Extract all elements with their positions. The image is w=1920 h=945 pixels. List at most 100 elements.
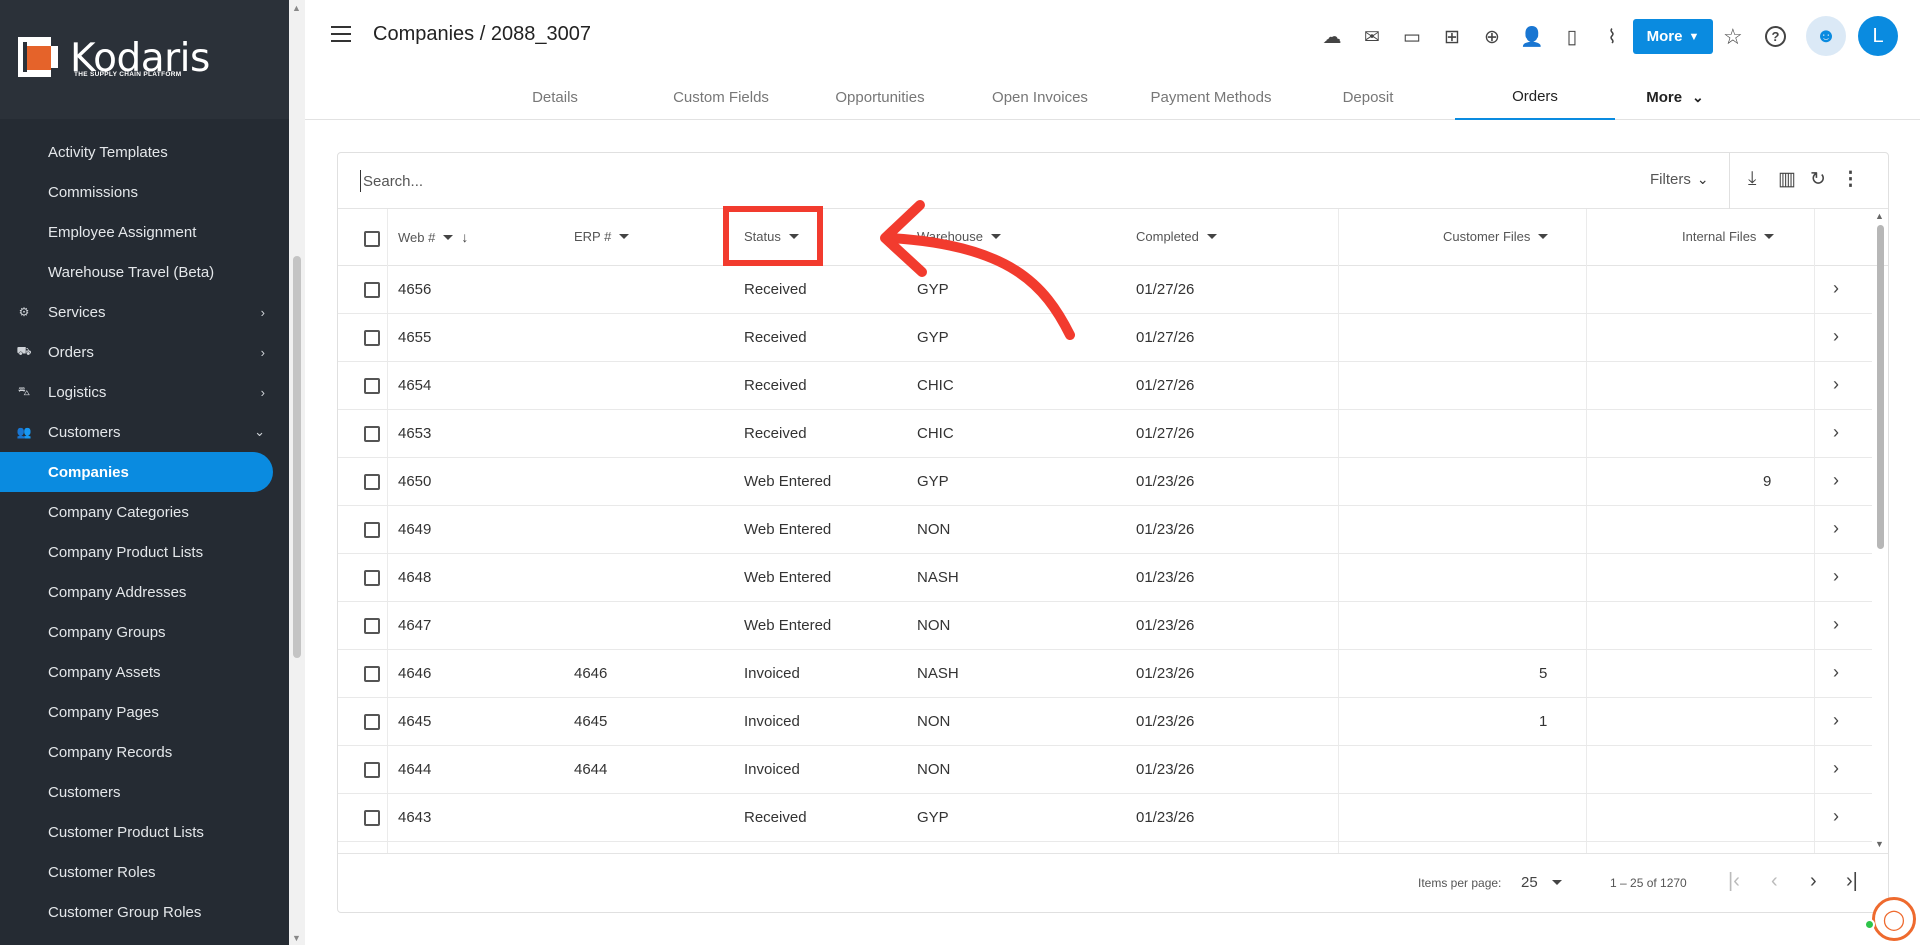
table-row[interactable]: 4646 4646 Invoiced NASH 01/23/26 5 ›	[338, 650, 1872, 698]
table-row[interactable]: 4654 Received CHIC 01/27/26 ›	[338, 362, 1872, 410]
table-row[interactable]: 4655 Received GYP 01/27/26 ›	[338, 314, 1872, 362]
first-page-icon[interactable]: |‹	[1728, 870, 1740, 893]
row-checkbox[interactable]	[364, 666, 380, 682]
sidebar-item-orders[interactable]: ⛟ Orders ›	[0, 332, 273, 372]
table-row[interactable]: 4645 4645 Invoiced NON 01/23/26 1 ›	[338, 698, 1872, 746]
sidebar-item-company-categories[interactable]: Company Categories	[0, 492, 273, 532]
sidebar-item-services[interactable]: ⚙ Services ›	[0, 292, 273, 332]
tab-open-invoices[interactable]: Open Invoices	[970, 75, 1110, 120]
add-person-icon[interactable]: 👤	[1512, 25, 1552, 49]
sidebar-item-customers[interactable]: 👥 Customers ⌄	[0, 412, 273, 452]
sidebar-item-warehouse-travel-beta[interactable]: Warehouse Travel (Beta)	[0, 252, 273, 292]
refresh-icon[interactable]: ↻	[1810, 168, 1826, 191]
cloud-lock-icon[interactable]: ☁	[1312, 25, 1352, 49]
scroll-up-icon[interactable]: ▲	[292, 3, 301, 13]
chevron-right-icon[interactable]: ›	[1833, 614, 1839, 635]
select-all-checkbox[interactable]	[364, 231, 380, 247]
chevron-right-icon[interactable]: ›	[1833, 326, 1839, 347]
sidebar-item-customer-product-lists[interactable]: Customer Product Lists	[0, 812, 273, 852]
chevron-right-icon[interactable]: ›	[1833, 662, 1839, 683]
attachment-icon[interactable]: ⌇	[1592, 25, 1632, 49]
column-header-web[interactable]: Web # ↓	[398, 229, 468, 245]
avatar[interactable]: L	[1858, 16, 1898, 56]
kodaris-logo-icon[interactable]	[18, 37, 58, 77]
tab-custom-fields[interactable]: Custom Fields	[651, 75, 791, 120]
column-menu-icon[interactable]	[619, 234, 630, 239]
chevron-right-icon[interactable]: ›	[1833, 278, 1839, 299]
row-checkbox[interactable]	[364, 810, 380, 826]
credit-card-icon[interactable]: ▭	[1392, 25, 1432, 49]
sidebar-item-company-product-lists[interactable]: Company Product Lists	[0, 532, 273, 572]
table-row[interactable]: 4653 Received CHIC 01/27/26 ›	[338, 410, 1872, 458]
scroll-down-icon[interactable]: ▼	[292, 933, 301, 943]
scroll-down-icon[interactable]: ▼	[1875, 839, 1884, 849]
chevron-right-icon[interactable]: ›	[1833, 422, 1839, 443]
search-input[interactable]	[360, 170, 960, 192]
table-row[interactable]: 4648 Web Entered NASH 01/23/26 ›	[338, 554, 1872, 602]
sidebar-item-company-addresses[interactable]: Company Addresses	[0, 572, 273, 612]
row-checkbox[interactable]	[364, 474, 380, 490]
mail-icon[interactable]: ✉	[1352, 25, 1392, 49]
last-page-icon[interactable]: ›|	[1846, 870, 1858, 893]
sidebar-item-company-records[interactable]: Company Records	[0, 732, 273, 772]
row-checkbox[interactable]	[364, 522, 380, 538]
table-row[interactable]: 4656 Received GYP 01/27/26 ›	[338, 266, 1872, 314]
star-icon[interactable]: ☆	[1723, 24, 1743, 50]
sidebar-item-customers[interactable]: Customers	[0, 772, 273, 812]
table-row[interactable]: 4643 Received GYP 01/23/26 ›	[338, 794, 1872, 842]
kebab-menu-icon[interactable]: ⋮	[1841, 168, 1860, 191]
row-checkbox[interactable]	[364, 618, 380, 634]
chevron-right-icon[interactable]: ›	[1833, 566, 1839, 587]
sidebar-item-companies[interactable]: Companies	[0, 452, 273, 492]
scroll-up-icon[interactable]: ▲	[1875, 211, 1884, 221]
tab-orders[interactable]: Orders	[1455, 75, 1615, 120]
grid-scrollbar[interactable]: ▲ ▼	[1874, 211, 1886, 851]
tab-more[interactable]: More ⌄	[1635, 75, 1715, 120]
row-checkbox[interactable]	[364, 426, 380, 442]
columns-icon[interactable]: ▥	[1778, 168, 1796, 191]
row-checkbox[interactable]	[364, 330, 380, 346]
column-menu-icon[interactable]	[443, 234, 454, 240]
sidebar-scroll-thumb[interactable]	[293, 256, 301, 658]
tab-details[interactable]: Details	[490, 75, 620, 120]
sidebar-item-customer-roles[interactable]: Customer Roles	[0, 852, 273, 892]
column-menu-icon[interactable]	[1206, 234, 1217, 239]
column-header-erp[interactable]: ERP #	[574, 229, 630, 244]
next-page-icon[interactable]: ›	[1810, 870, 1817, 893]
download-icon[interactable]: ⤓	[1748, 168, 1756, 190]
chevron-right-icon[interactable]: ›	[1833, 758, 1839, 779]
sidebar-item-company-assets[interactable]: Company Assets	[0, 652, 273, 692]
chevron-right-icon[interactable]: ›	[1833, 470, 1839, 491]
gift-card-icon[interactable]: ⊞	[1432, 25, 1472, 49]
sidebar-item-company-pages[interactable]: Company Pages	[0, 692, 273, 732]
sidebar-item-company-groups[interactable]: Company Groups	[0, 612, 273, 652]
chevron-right-icon[interactable]: ›	[1833, 710, 1839, 731]
sidebar-item-activity-templates[interactable]: Activity Templates	[0, 132, 273, 172]
sidebar-scrollbar[interactable]: ▲ ▼	[289, 0, 305, 945]
row-checkbox[interactable]	[364, 762, 380, 778]
column-header-completed[interactable]: Completed	[1136, 229, 1217, 244]
sidebar-item-customer-group-roles[interactable]: Customer Group Roles	[0, 892, 273, 932]
tab-deposit[interactable]: Deposit	[1308, 75, 1428, 120]
previous-page-icon[interactable]: ‹	[1771, 870, 1778, 893]
robot-icon[interactable]: ☻	[1806, 16, 1846, 56]
column-menu-icon[interactable]	[1538, 234, 1549, 239]
chevron-right-icon[interactable]: ›	[1833, 518, 1839, 539]
grid-scroll-thumb[interactable]	[1877, 225, 1884, 549]
add-screen-icon[interactable]: ⊕	[1472, 25, 1512, 49]
column-header-internal-files[interactable]: Internal Files	[1682, 229, 1775, 244]
help-icon[interactable]: ?	[1765, 26, 1786, 47]
sort-descending-icon[interactable]: ↓	[461, 229, 468, 245]
sidebar-item-commissions[interactable]: Commissions	[0, 172, 273, 212]
column-header-customer-files[interactable]: Customer Files	[1443, 229, 1549, 244]
chevron-right-icon[interactable]: ›	[1833, 374, 1839, 395]
table-row[interactable]: 4650 Web Entered GYP 01/23/26 9 ›	[338, 458, 1872, 506]
sidebar-item-logistics[interactable]: ⛍ Logistics ›	[0, 372, 273, 412]
table-row[interactable]: 4649 Web Entered NON 01/23/26 ›	[338, 506, 1872, 554]
chevron-right-icon[interactable]: ›	[1833, 806, 1839, 827]
row-checkbox[interactable]	[364, 570, 380, 586]
table-row[interactable]: 4647 Web Entered NON 01/23/26 ›	[338, 602, 1872, 650]
page-size-select[interactable]: 25	[1521, 874, 1562, 891]
chat-widget-icon[interactable]: ◯	[1872, 897, 1916, 941]
tab-payment-methods[interactable]: Payment Methods	[1131, 75, 1291, 120]
